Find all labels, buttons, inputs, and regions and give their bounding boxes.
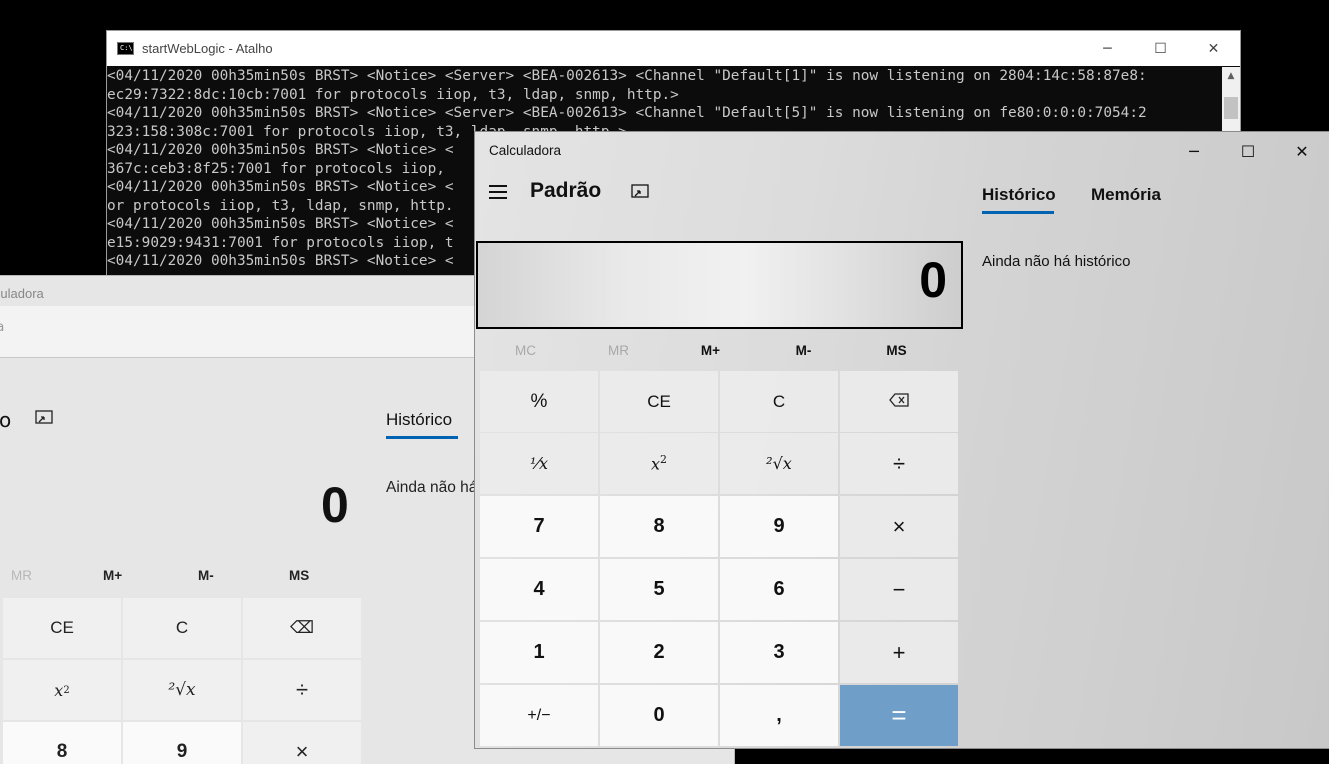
mminus-button[interactable]: M- — [757, 340, 850, 362]
scroll-up-arrow-icon[interactable]: ▲ — [1222, 67, 1240, 85]
bg-calc-square-label: x — [54, 680, 64, 700]
mr-button[interactable]: MR — [572, 340, 665, 362]
backspace-button[interactable] — [840, 371, 958, 432]
bg-calc-c-button[interactable]: C — [123, 598, 241, 658]
percent-button[interactable]: % — [480, 371, 598, 432]
calc-close-button[interactable]: ✕ — [1275, 132, 1329, 170]
square-label: x2 — [651, 453, 667, 473]
digit-6-button[interactable]: 6 — [720, 559, 838, 620]
digit-3-button[interactable]: 3 — [720, 622, 838, 683]
console-line: ec29:7322:8dc:10cb:7001 for protocols ii… — [107, 86, 679, 103]
c-button[interactable]: C — [720, 371, 838, 432]
console-app-icon: C:\ — [117, 42, 134, 55]
calc-minimize-button[interactable]: ─ — [1167, 132, 1221, 170]
digit-0-button[interactable]: 0 — [600, 685, 718, 746]
bg-calc-mode-title: o — [0, 408, 12, 432]
square-base: x — [650, 454, 661, 474]
minus-button[interactable]: − — [840, 559, 958, 620]
calc-titlebar[interactable]: Calculadora ─ ☐ ✕ — [475, 132, 1329, 170]
calc-display: 0 — [476, 241, 963, 329]
square-button[interactable]: x2 — [600, 433, 718, 494]
calc-maximize-button[interactable]: ☐ — [1221, 132, 1275, 170]
console-line: <04/11/2020 00h35min50s BRST> <Notice> <… — [107, 68, 1147, 84]
bg-calc-square-sup: 2 — [63, 684, 70, 696]
hamburger-menu-icon[interactable] — [489, 184, 509, 200]
tab-memory[interactable]: Memória — [1091, 185, 1161, 205]
calc-window-controls: ─ ☐ ✕ — [1167, 132, 1329, 170]
bg-calc-mr-button[interactable]: MR — [11, 568, 32, 583]
equals-button[interactable]: = — [840, 685, 958, 746]
calc-display-value: 0 — [919, 252, 947, 308]
bg-calc-9-button[interactable]: 9 — [123, 722, 241, 764]
ce-button[interactable]: CE — [600, 371, 718, 432]
tab-history[interactable]: Histórico — [982, 185, 1056, 205]
divide-button[interactable]: ÷ — [840, 433, 958, 494]
reciprocal-button[interactable]: ⅟x — [480, 433, 598, 494]
bg-calc-history-empty: Ainda não há — [386, 479, 478, 496]
desktop-background-strip — [815, 749, 1329, 764]
console-scrollbar-thumb[interactable] — [1224, 97, 1238, 119]
mc-button[interactable]: MC — [479, 340, 572, 362]
console-window-title: startWebLogic - Atalho — [142, 41, 273, 56]
decimal-button[interactable]: , — [720, 685, 838, 746]
console-window-controls: ─ ☐ ✕ — [1081, 31, 1240, 66]
console-line: <04/11/2020 00h35min50s BRST> <Notice> <… — [107, 105, 1147, 121]
bg-calc-multiply-button[interactable]: × — [243, 722, 361, 764]
bg-calc-divide-button[interactable]: ÷ — [243, 660, 361, 720]
bg-calc-tab-underline — [386, 436, 458, 439]
digit-5-button[interactable]: 5 — [600, 559, 718, 620]
ms-button[interactable]: MS — [850, 340, 943, 362]
bg-calc-sqrt-button[interactable]: ²√x — [123, 660, 241, 720]
bg-calc-tab-history[interactable]: Histórico — [386, 410, 452, 430]
sqrt-label: ²√x — [766, 454, 792, 473]
digit-2-button[interactable]: 2 — [600, 622, 718, 683]
multiply-button[interactable]: × — [840, 496, 958, 557]
bg-calc-title: lculadora — [0, 286, 44, 301]
reciprocal-label: ⅟x — [529, 454, 549, 473]
plus-button[interactable]: + — [840, 622, 958, 683]
keep-on-top-icon[interactable] — [631, 184, 649, 200]
console-close-button[interactable]: ✕ — [1187, 31, 1240, 66]
console-maximize-button[interactable]: ☐ — [1134, 31, 1187, 66]
square-exponent: 2 — [660, 453, 668, 467]
mplus-button[interactable]: M+ — [664, 340, 757, 362]
backspace-icon — [889, 392, 909, 412]
digit-1-button[interactable]: 1 — [480, 622, 598, 683]
bg-calc-menu-text: ra — [0, 320, 4, 335]
memory-row: MC MR M+ M- MS — [475, 340, 962, 364]
history-empty-text: Ainda não há histórico — [982, 253, 1131, 270]
desktop: C:\ startWebLogic - Atalho ─ ☐ ✕ <04/11/… — [0, 0, 1329, 764]
bg-calc-mplus-button[interactable]: M+ — [103, 568, 122, 583]
digit-4-button[interactable]: 4 — [480, 559, 598, 620]
sqrt-button[interactable]: ²√x — [720, 433, 838, 494]
bg-calc-square-button[interactable]: x2 — [3, 660, 121, 720]
console-titlebar[interactable]: C:\ startWebLogic - Atalho ─ ☐ ✕ — [107, 31, 1240, 66]
digit-7-button[interactable]: 7 — [480, 496, 598, 557]
bg-calc-mminus-button[interactable]: M- — [198, 568, 214, 583]
calc-mode-title: Padrão — [530, 179, 602, 202]
keep-on-top-icon[interactable] — [35, 410, 53, 430]
bg-calc-backspace-icon[interactable]: ⌫ — [243, 598, 361, 658]
console-minimize-button[interactable]: ─ — [1081, 31, 1134, 66]
bg-calc-8-button[interactable]: 8 — [3, 722, 121, 764]
bg-calc-ce-button[interactable]: CE — [3, 598, 121, 658]
negate-button[interactable]: +/− — [480, 685, 598, 746]
digit-8-button[interactable]: 8 — [600, 496, 718, 557]
calculator-window[interactable]: Calculadora ─ ☐ ✕ Padrão Histórico Memór… — [474, 131, 1329, 749]
digit-9-button[interactable]: 9 — [720, 496, 838, 557]
calc-window-title: Calculadora — [489, 143, 562, 158]
tab-history-underline — [982, 211, 1054, 214]
bg-calc-display: 0 — [321, 477, 349, 533]
bg-calc-ms-button[interactable]: MS — [289, 568, 309, 583]
